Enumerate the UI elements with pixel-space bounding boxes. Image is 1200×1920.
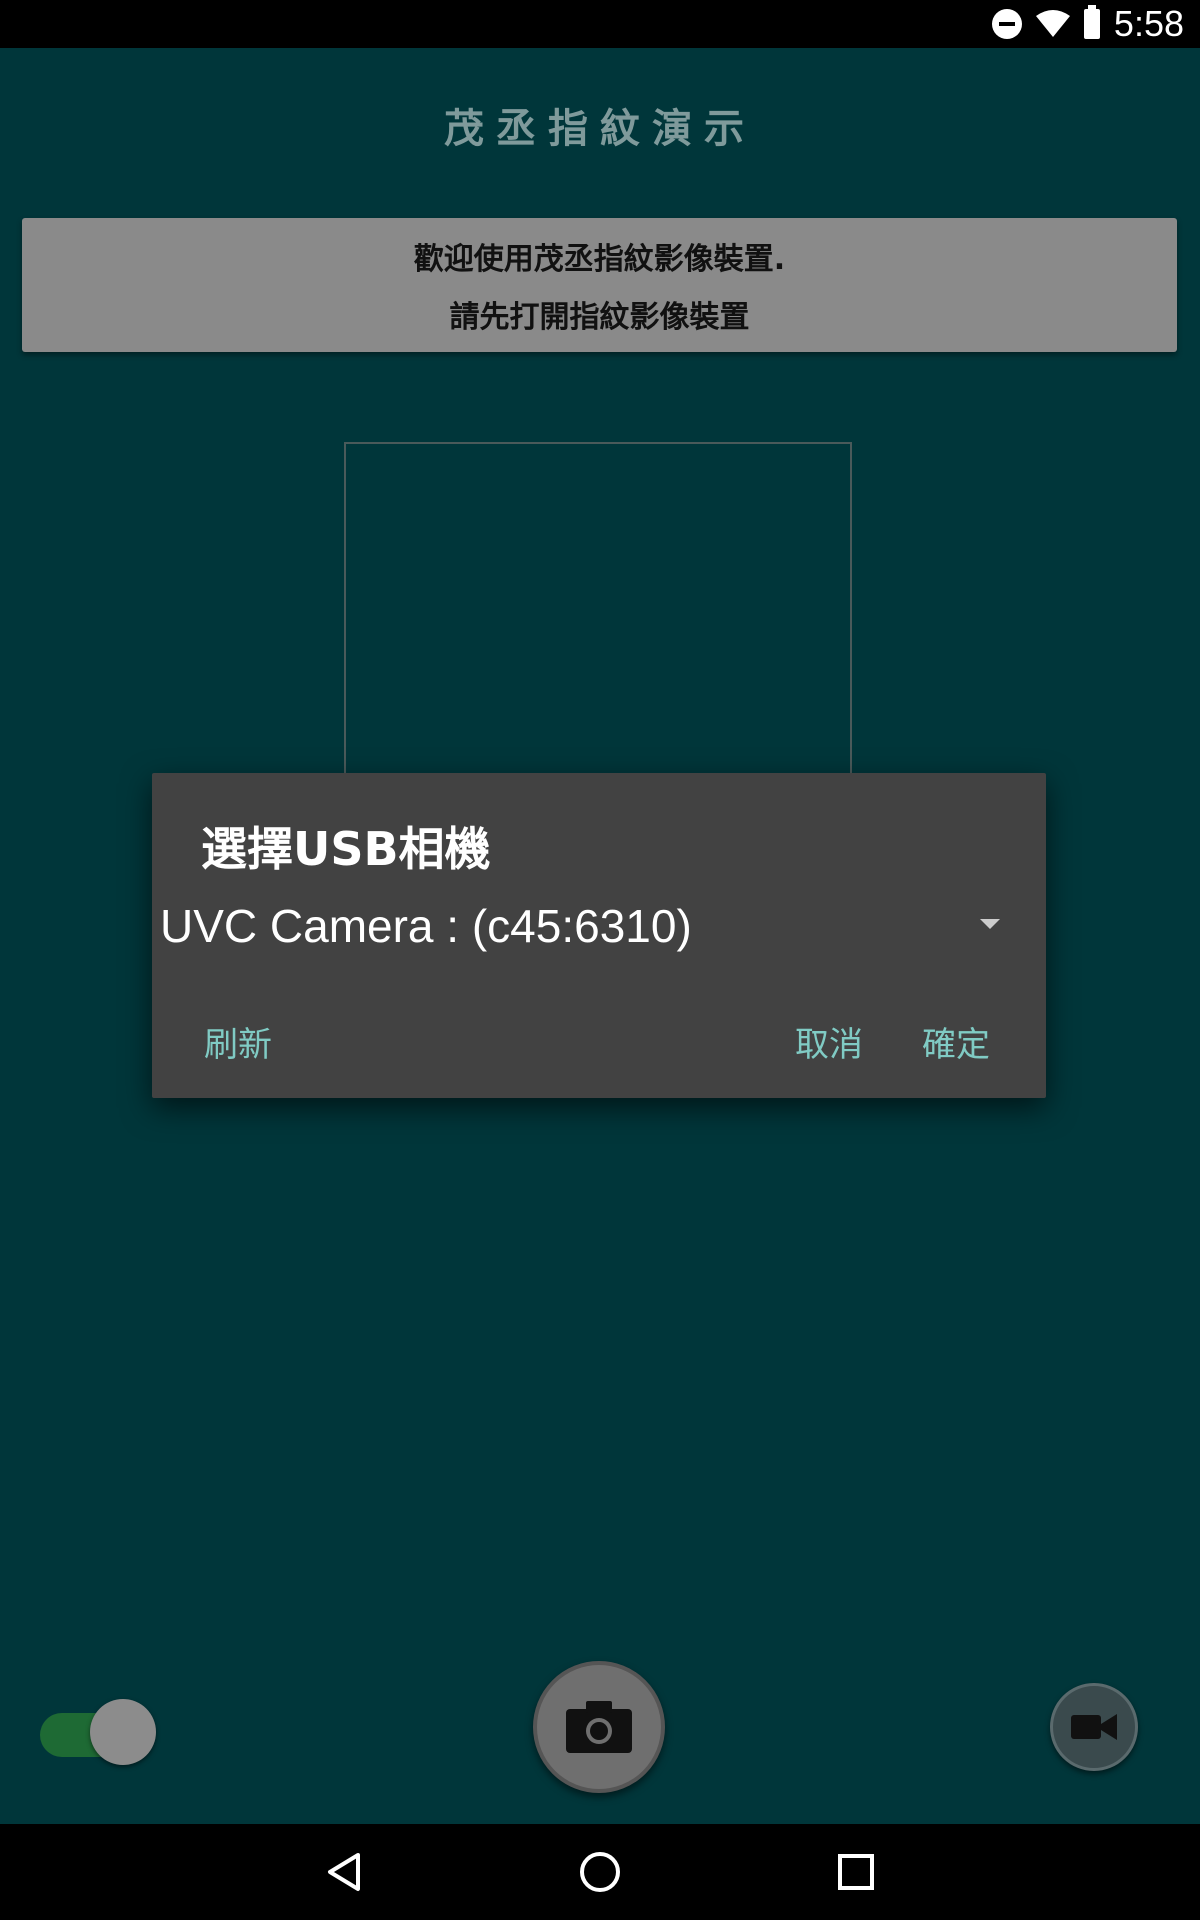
- status-icons: 5:58: [991, 0, 1184, 48]
- back-button[interactable]: [314, 1842, 374, 1902]
- app-title: 茂丞指紋演示: [444, 106, 756, 152]
- toggle-thumb: [90, 1699, 156, 1765]
- clock: 5:58: [1113, 3, 1184, 44]
- camera-select-value: UVC Camera : (c45:6310): [160, 900, 692, 952]
- home-icon: [580, 1852, 620, 1892]
- welcome-banner: 歡迎使用茂丞指紋影像裝置. 請先打開指紋影像裝置: [22, 218, 1177, 352]
- banner-line-2: 請先打開指紋影像裝置: [449, 300, 750, 335]
- back-icon: [328, 1853, 360, 1891]
- dialog-title: 選擇USB相機: [201, 822, 491, 876]
- battery-icon: [1083, 5, 1100, 39]
- capture-button[interactable]: [533, 1661, 665, 1793]
- wifi-icon: [1035, 10, 1070, 37]
- refresh-button[interactable]: 刷新: [204, 1017, 272, 1066]
- do-not-disturb-icon: [991, 9, 1022, 39]
- cancel-button[interactable]: 取消: [795, 1017, 863, 1066]
- nav-bar: [0, 1824, 1200, 1920]
- status-bar: 5:58: [0, 0, 1200, 48]
- camera-select[interactable]: UVC Camera : (c45:6310): [160, 893, 1010, 959]
- banner-line-1: 歡迎使用茂丞指紋影像裝置.: [413, 242, 786, 277]
- video-camera-icon: [1071, 1714, 1117, 1740]
- usb-camera-dialog: 選擇USB相機 UVC Camera : (c45:6310) 刷新 取消 確定: [152, 773, 1046, 1098]
- dropdown-arrow-icon[interactable]: [980, 919, 1000, 929]
- device-toggle[interactable]: [40, 1699, 156, 1771]
- recents-button[interactable]: [826, 1842, 886, 1902]
- record-button[interactable]: [1050, 1683, 1138, 1771]
- home-button[interactable]: [570, 1842, 630, 1902]
- camera-icon: [566, 1701, 632, 1753]
- recents-icon: [838, 1854, 874, 1890]
- ok-button[interactable]: 確定: [922, 1017, 990, 1066]
